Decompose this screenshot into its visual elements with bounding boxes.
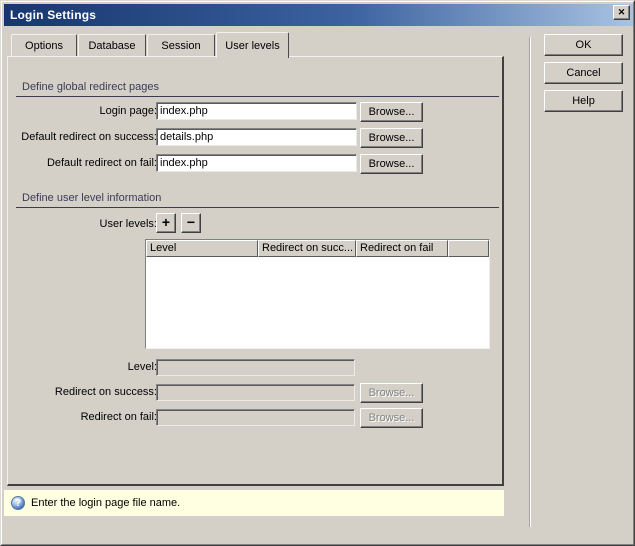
default-redirect-fail-input[interactable] bbox=[156, 154, 357, 172]
user-levels-tab-panel: Define global redirect pages Login page:… bbox=[7, 56, 504, 486]
tab-label: User levels bbox=[225, 40, 279, 52]
status-text: Enter the login page file name. bbox=[31, 497, 180, 509]
login-page-browse-button[interactable]: Browse... bbox=[360, 102, 423, 122]
cancel-button-label: Cancel bbox=[566, 67, 600, 79]
close-icon: ✕ bbox=[618, 7, 626, 18]
close-button[interactable]: ✕ bbox=[613, 5, 630, 20]
question-mark-glyph: ? bbox=[15, 498, 21, 509]
login-page-input[interactable] bbox=[156, 102, 357, 120]
user-levels-label: User levels: bbox=[13, 214, 157, 234]
browse-button-label: Browse... bbox=[369, 106, 415, 118]
tab-label: Database bbox=[88, 40, 135, 52]
help-button[interactable]: Help bbox=[544, 90, 623, 112]
minus-icon: − bbox=[187, 214, 195, 230]
default-redirect-success-input[interactable] bbox=[156, 128, 357, 146]
cancel-button[interactable]: Cancel bbox=[544, 62, 623, 84]
default-redirect-fail-browse-button[interactable]: Browse... bbox=[360, 154, 423, 174]
column-header-empty bbox=[448, 240, 489, 257]
help-button-label: Help bbox=[572, 95, 595, 107]
column-header-level[interactable]: Level bbox=[146, 240, 258, 257]
tab-session[interactable]: Session bbox=[147, 34, 215, 57]
remove-user-level-button[interactable]: − bbox=[181, 213, 201, 233]
tab-options[interactable]: Options bbox=[11, 34, 77, 57]
tab-label: Options bbox=[25, 40, 63, 52]
plus-icon: + bbox=[162, 214, 170, 230]
login-settings-dialog: Login Settings ✕ Options Database Sessio… bbox=[0, 0, 635, 546]
default-redirect-success-browse-button[interactable]: Browse... bbox=[360, 128, 423, 148]
redirect-fail-browse-button: Browse... bbox=[360, 408, 423, 428]
column-header-redirect-fail[interactable]: Redirect on fail bbox=[356, 240, 448, 257]
help-ball-icon: ? bbox=[11, 496, 25, 510]
level-label: Level: bbox=[13, 359, 157, 376]
redirect-fail-input bbox=[156, 409, 355, 426]
status-bar: ? Enter the login page file name. bbox=[4, 490, 504, 516]
redirect-success-label: Redirect on success: bbox=[13, 384, 157, 401]
section-heading-global-redirect: Define global redirect pages bbox=[16, 81, 499, 97]
browse-button-label: Browse... bbox=[369, 387, 415, 399]
default-redirect-fail-label: Default redirect on fail: bbox=[13, 154, 157, 172]
tab-user-levels[interactable]: User levels bbox=[216, 32, 289, 58]
login-page-label: Login page: bbox=[13, 102, 157, 120]
user-levels-table-body[interactable] bbox=[146, 257, 489, 348]
tab-label: Session bbox=[161, 40, 200, 52]
default-redirect-success-label: Default redirect on success: bbox=[13, 128, 157, 146]
level-input bbox=[156, 359, 355, 376]
redirect-success-input bbox=[156, 384, 355, 401]
browse-button-label: Browse... bbox=[369, 158, 415, 170]
browse-button-label: Browse... bbox=[369, 132, 415, 144]
redirect-success-browse-button: Browse... bbox=[360, 383, 423, 403]
browse-button-label: Browse... bbox=[369, 412, 415, 424]
ok-button-label: OK bbox=[576, 39, 592, 51]
column-header-redirect-success[interactable]: Redirect on succ... bbox=[258, 240, 356, 257]
section-heading-user-levels: Define user level information bbox=[16, 192, 499, 208]
redirect-fail-label: Redirect on fail: bbox=[13, 409, 157, 426]
add-user-level-button[interactable]: + bbox=[156, 213, 176, 233]
title-bar[interactable]: Login Settings bbox=[4, 4, 633, 26]
vertical-divider bbox=[529, 37, 531, 527]
user-levels-table: Level Redirect on succ... Redirect on fa… bbox=[145, 239, 490, 349]
window-title: Login Settings bbox=[10, 8, 96, 22]
tab-database[interactable]: Database bbox=[78, 34, 146, 57]
user-levels-table-header: Level Redirect on succ... Redirect on fa… bbox=[146, 240, 489, 257]
ok-button[interactable]: OK bbox=[544, 34, 623, 56]
